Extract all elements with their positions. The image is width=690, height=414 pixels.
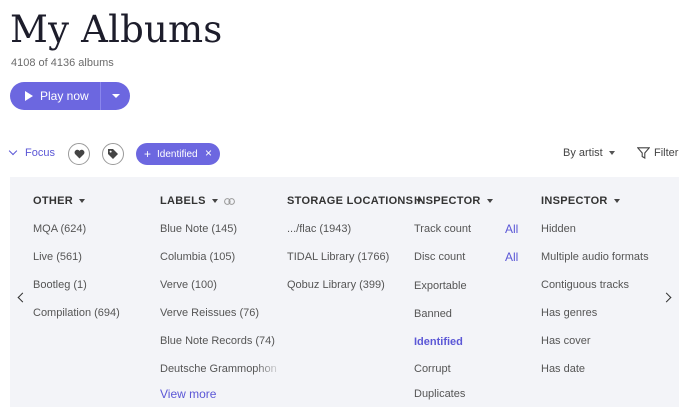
sort-dropdown[interactable]: By artist xyxy=(563,147,615,159)
list-item[interactable]: Bootleg (1) xyxy=(33,279,87,291)
column-labels: LABELS Blue Note (145) Columbia (105) Ve… xyxy=(160,195,283,407)
list-item[interactable]: Blue Note Records (74) xyxy=(160,335,275,347)
column-storage-locations: STORAGE LOCATIONS .../flac (1943) TIDAL … xyxy=(287,195,423,291)
list-item[interactable]: Track count xyxy=(414,223,471,235)
chevron-down-icon xyxy=(211,199,218,203)
text-fade xyxy=(255,363,283,377)
tag-icon xyxy=(108,149,118,159)
column-inspector-2: INSPECTOR Hidden Multiple audio formats … xyxy=(541,195,649,375)
list-item[interactable]: Banned xyxy=(414,308,452,320)
chevron-down-icon xyxy=(608,151,615,155)
list-item[interactable]: Contiguous tracks xyxy=(541,279,629,291)
column-inspector-1: INSPECTOR Track count All Disc count All… xyxy=(414,195,518,400)
tag-filter-button[interactable] xyxy=(102,143,124,165)
chevron-right-icon[interactable] xyxy=(661,292,672,303)
view-more-link[interactable]: View more xyxy=(160,387,216,401)
link-icon xyxy=(223,197,235,205)
close-icon[interactable]: × xyxy=(205,146,212,160)
column-header-label: INSPECTOR xyxy=(414,195,481,207)
column-header-label: INSPECTOR xyxy=(541,195,608,207)
column-other: OTHER MQA (624) Live (561) Bootleg (1) C… xyxy=(33,195,120,319)
chip-label: Identified xyxy=(157,148,198,160)
play-button-group: Play now xyxy=(10,82,130,110)
focus-label: Focus xyxy=(25,147,55,159)
list-item[interactable]: Columbia (105) xyxy=(160,251,235,263)
filter-button[interactable]: Filter xyxy=(637,147,678,159)
heart-icon xyxy=(74,149,84,159)
list-item[interactable]: Qobuz Library (399) xyxy=(287,279,385,291)
list-item[interactable]: Multiple audio formats xyxy=(541,251,649,263)
column-header-storage[interactable]: STORAGE LOCATIONS xyxy=(287,195,423,207)
list-item[interactable]: Has cover xyxy=(541,335,591,347)
column-header-label: LABELS xyxy=(160,195,206,207)
plus-icon: + xyxy=(144,147,152,161)
list-item-active[interactable]: Identified xyxy=(414,336,463,348)
list-item[interactable]: Live (561) xyxy=(33,251,82,263)
column-header-inspector[interactable]: INSPECTOR xyxy=(414,195,493,207)
chevron-down-icon xyxy=(486,199,493,203)
list-item[interactable]: Disc count xyxy=(414,251,465,263)
list-item[interactable]: Corrupt xyxy=(414,363,451,375)
chevron-down-icon xyxy=(8,146,18,156)
focus-toggle[interactable]: Focus xyxy=(8,146,55,159)
list-item[interactable]: Has genres xyxy=(541,307,597,319)
chevron-down-icon xyxy=(111,94,120,98)
chevron-left-icon[interactable] xyxy=(17,292,28,303)
chevron-down-icon xyxy=(79,199,85,203)
list-item[interactable]: Hidden xyxy=(541,223,576,235)
chevron-down-icon xyxy=(613,199,620,203)
list-item[interactable]: Verve Reissues (76) xyxy=(160,307,259,319)
identified-filter-chip[interactable]: + Identified × xyxy=(136,143,220,165)
play-now-label: Play now xyxy=(40,89,89,103)
list-item[interactable]: Blue Note (145) xyxy=(160,223,237,235)
column-header-label: OTHER xyxy=(33,195,73,207)
list-item[interactable]: Verve (100) xyxy=(160,279,217,291)
list-item[interactable]: Exportable xyxy=(414,280,467,292)
focus-panel: OTHER MQA (624) Live (561) Bootleg (1) C… xyxy=(10,177,679,407)
list-item[interactable]: Duplicates xyxy=(414,388,465,400)
list-item[interactable]: .../flac (1943) xyxy=(287,223,351,235)
column-header-labels[interactable]: LABELS xyxy=(160,195,278,207)
play-now-button[interactable]: Play now xyxy=(10,82,100,110)
favorite-filter-button[interactable] xyxy=(68,143,90,165)
all-link[interactable]: All xyxy=(505,222,518,236)
list-item[interactable]: MQA (624) xyxy=(33,223,86,235)
sort-label: By artist xyxy=(563,147,603,159)
album-count: 4108 of 4136 albums xyxy=(11,57,114,69)
filter-icon xyxy=(637,147,650,159)
column-header-other[interactable]: OTHER xyxy=(33,195,85,207)
page-title: My Albums xyxy=(10,8,223,51)
filter-label: Filter xyxy=(654,147,679,159)
column-header-label: STORAGE LOCATIONS xyxy=(287,195,414,207)
play-options-button[interactable] xyxy=(101,82,130,110)
all-link[interactable]: All xyxy=(505,250,518,264)
column-header-inspector[interactable]: INSPECTOR xyxy=(541,195,620,207)
list-item[interactable]: Has date xyxy=(541,363,585,375)
list-item[interactable]: Compilation (694) xyxy=(33,307,120,319)
play-icon xyxy=(25,91,33,101)
list-item[interactable]: TIDAL Library (1766) xyxy=(287,251,389,263)
